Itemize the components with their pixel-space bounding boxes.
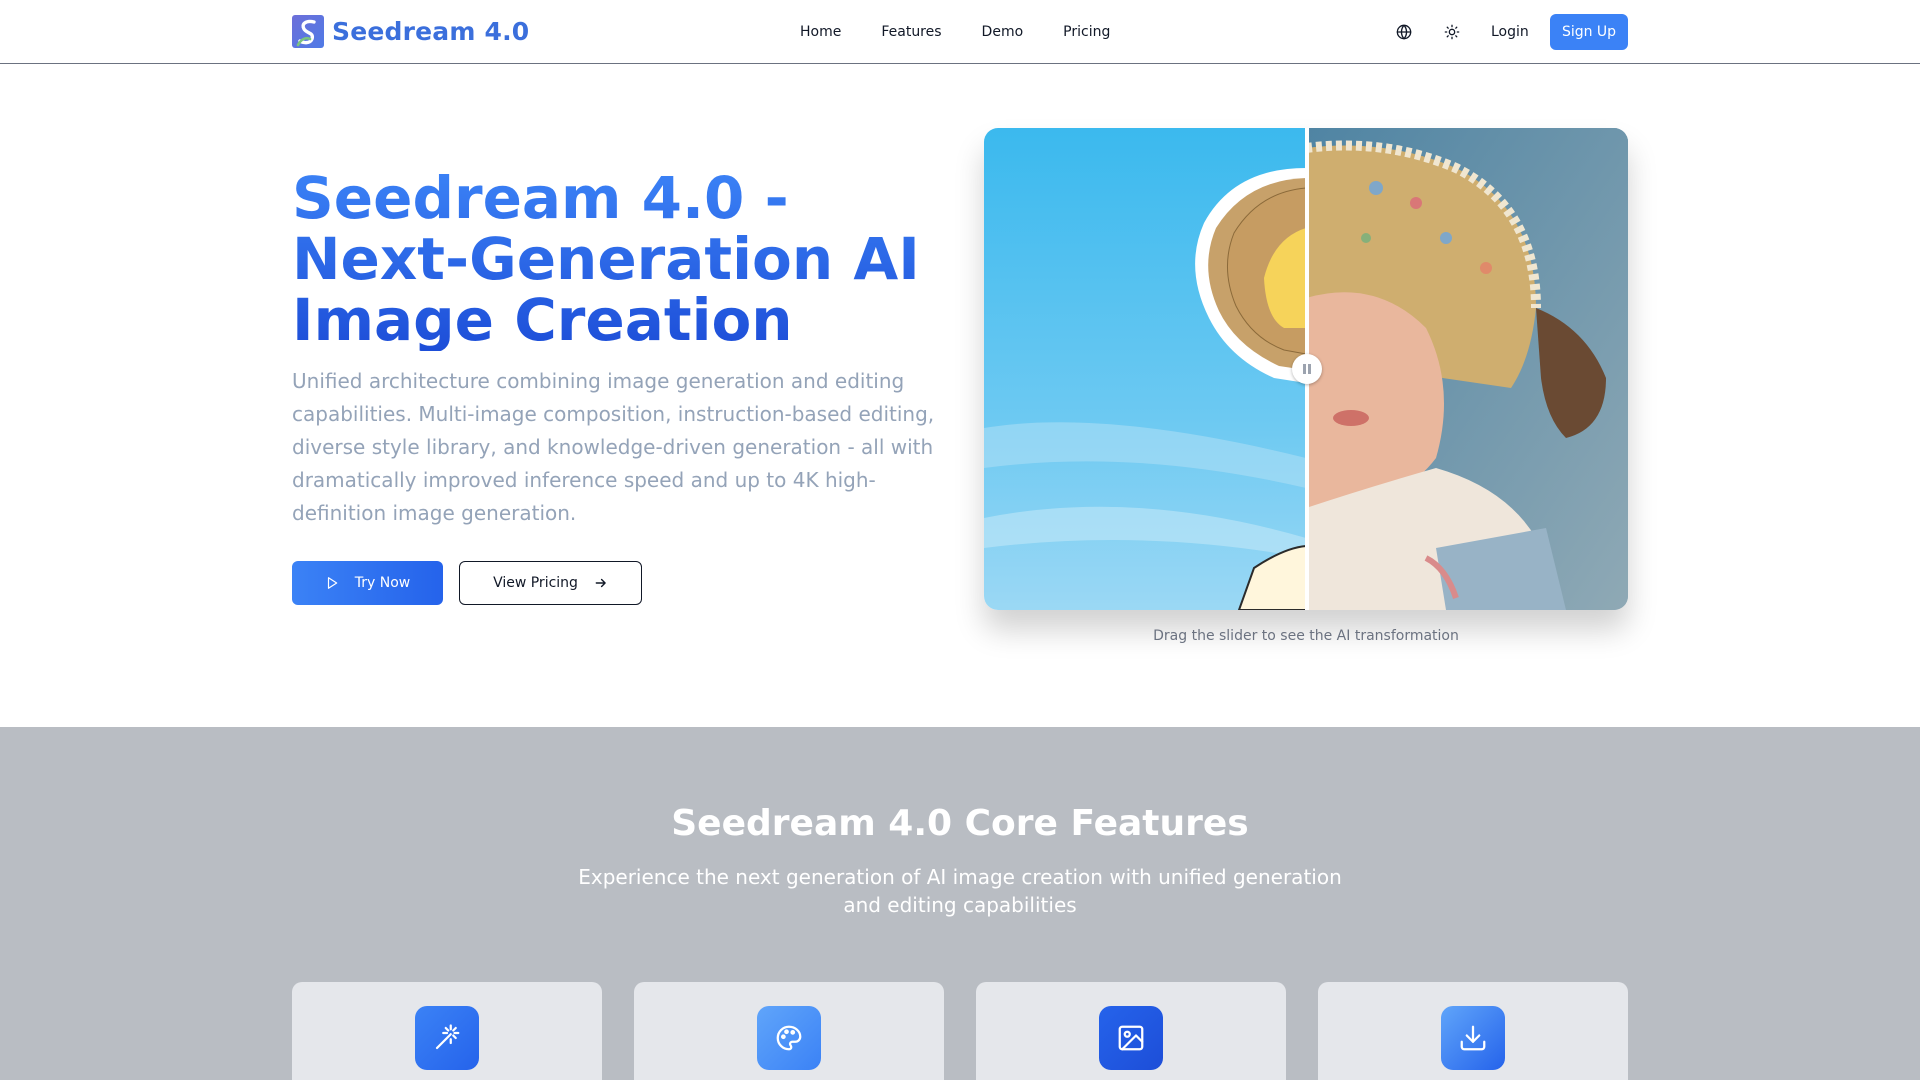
feature-card: [634, 982, 944, 1080]
features-subtitle: Experience the next generation of AI ima…: [578, 865, 1342, 917]
features-section: Seedream 4.0 Core Features Experience th…: [0, 727, 1920, 1080]
signup-button[interactable]: Sign Up: [1550, 14, 1628, 50]
globe-icon[interactable]: [1394, 22, 1414, 42]
before-image: [984, 128, 1306, 610]
logo-link[interactable]: Seedream 4.0: [292, 15, 529, 48]
logo-icon: [292, 15, 324, 48]
play-icon: [327, 577, 337, 589]
sun-icon[interactable]: [1442, 22, 1462, 42]
try-now-label: Try Now: [354, 575, 411, 591]
palette-icon: [757, 1006, 821, 1070]
nav-pricing[interactable]: Pricing: [1063, 20, 1110, 44]
hero-title: Seedream 4.0 - Next-Generation AI Image …: [292, 168, 932, 351]
try-now-button[interactable]: Try Now: [292, 561, 443, 605]
nav-home[interactable]: Home: [800, 20, 841, 44]
main-nav: Home Features Demo Pricing: [800, 20, 1110, 44]
hero-description: Unified architecture combining image gen…: [292, 369, 935, 525]
feature-card: [292, 982, 602, 1080]
feature-card: [976, 982, 1286, 1080]
nav-features[interactable]: Features: [881, 20, 941, 44]
features-title: Seedream 4.0 Core Features: [671, 803, 1249, 844]
login-link[interactable]: Login: [1491, 20, 1529, 44]
compare-caption: Drag the slider to see the AI transforma…: [1153, 628, 1459, 644]
site-header: Seedream 4.0 Home Features Demo Pricing …: [0, 0, 1920, 64]
logo-text: Seedream 4.0: [332, 17, 530, 46]
view-pricing-button[interactable]: View Pricing: [459, 561, 642, 605]
arrow-right-icon: [595, 578, 606, 588]
nav-demo[interactable]: Demo: [982, 20, 1024, 44]
image-icon: [1099, 1006, 1163, 1070]
after-image: [1306, 128, 1628, 610]
magic-wand-icon: [415, 1006, 479, 1070]
before-after-slider[interactable]: [984, 128, 1628, 610]
slider-handle-icon[interactable]: [1292, 354, 1322, 384]
view-pricing-label: View Pricing: [493, 575, 578, 591]
feature-card: [1318, 982, 1628, 1080]
download-icon: [1441, 1006, 1505, 1070]
